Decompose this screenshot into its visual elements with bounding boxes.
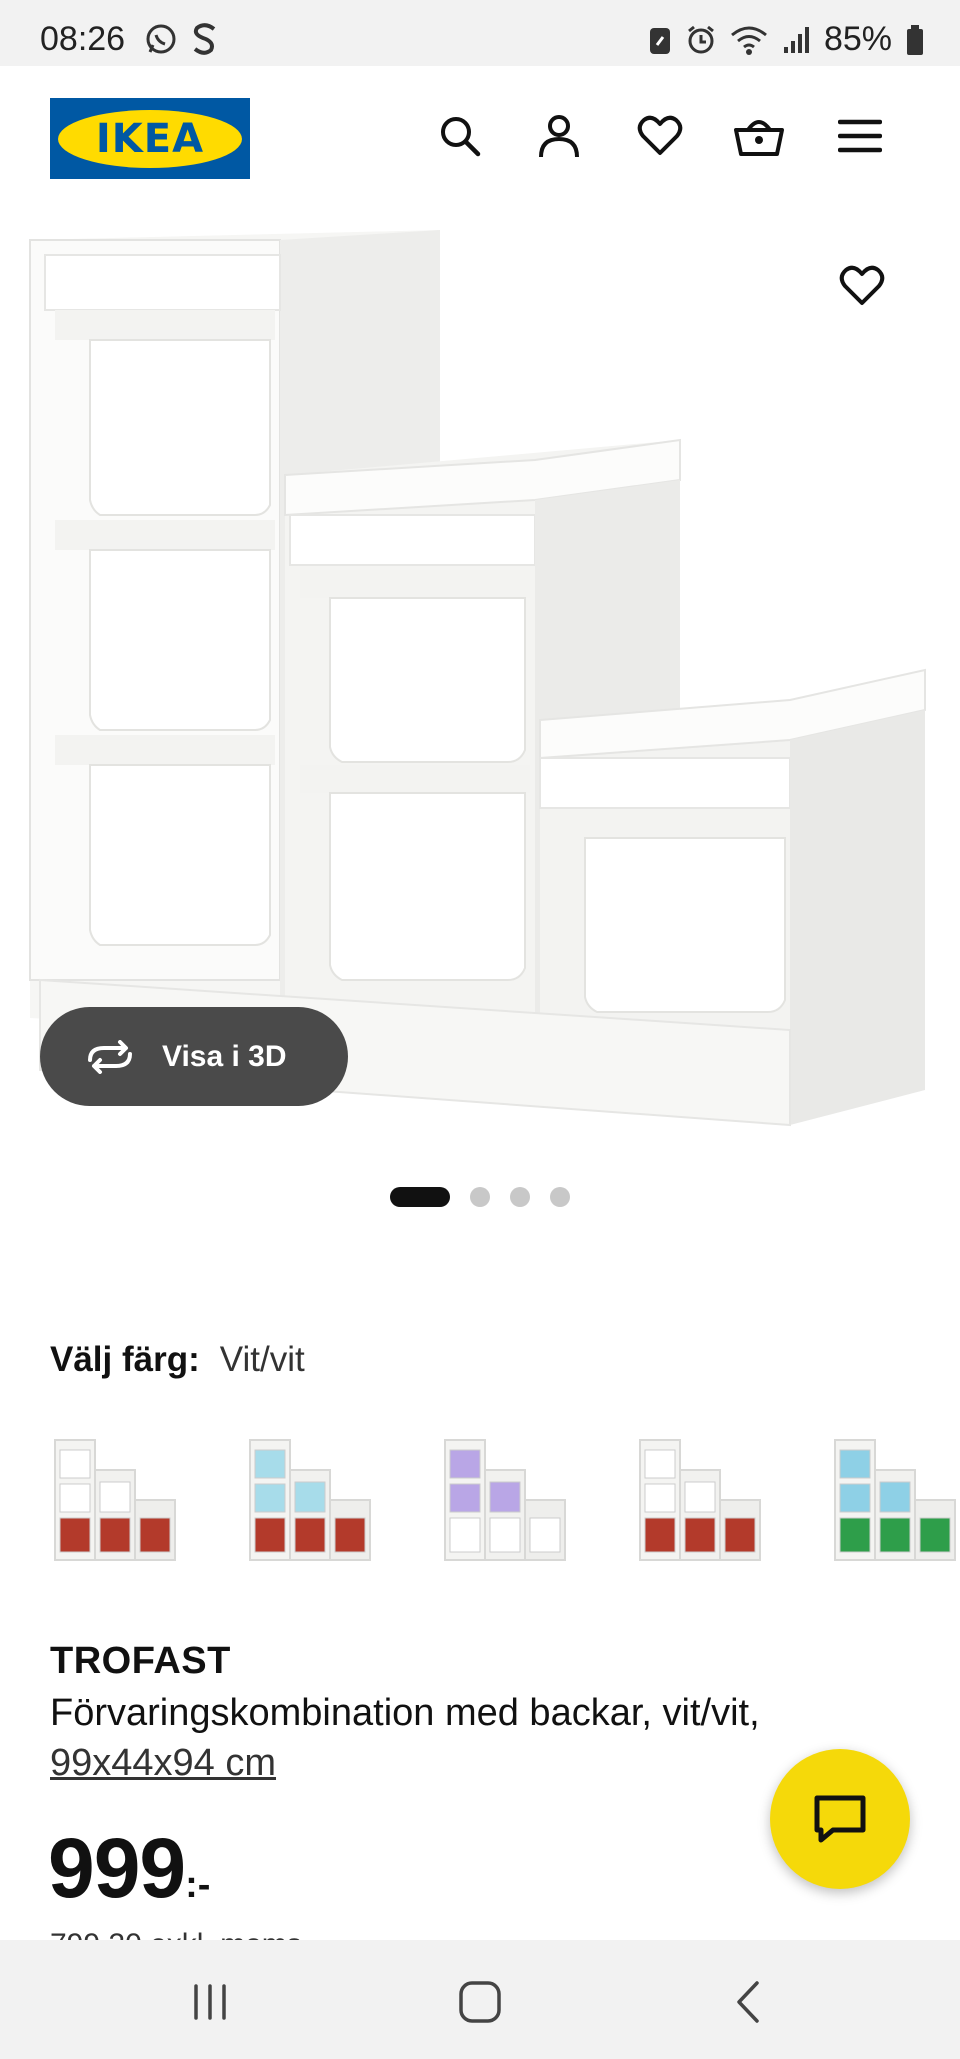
color-swatch-4[interactable] — [625, 1420, 770, 1570]
view-3d-button[interactable]: Visa i 3D — [40, 1007, 348, 1106]
alarm-icon — [688, 25, 714, 53]
battery-percentage: 85% — [823, 20, 892, 58]
product-dimensions-link[interactable]: 99x44x94 cm — [50, 1742, 276, 1784]
color-swatch-1[interactable] — [40, 1420, 185, 1570]
recent-apps-button[interactable] — [180, 1972, 240, 2032]
product-name: TROFAST — [50, 1640, 231, 1682]
logo-text: IKEA — [95, 115, 205, 162]
wifi-icon — [730, 26, 767, 55]
price-amount: 999 — [48, 1821, 186, 1915]
color-swatch-5[interactable] — [820, 1420, 960, 1570]
carousel-dot-2[interactable] — [470, 1187, 490, 1207]
product-price: 999 :- — [48, 1820, 210, 1917]
home-icon — [459, 1981, 501, 2023]
product-description: Förvaringskombination med backar, vit/vi… — [50, 1688, 890, 1788]
s-app-icon — [193, 23, 216, 55]
menu-icon[interactable] — [832, 108, 888, 164]
back-icon — [737, 1981, 759, 2023]
account-icon[interactable] — [531, 108, 587, 164]
color-swatch-3[interactable] — [430, 1420, 575, 1570]
color-swatch-2[interactable] — [235, 1420, 380, 1570]
chat-button[interactable] — [770, 1749, 910, 1889]
system-nav-bar — [0, 1940, 960, 2059]
recent-apps-icon — [194, 1984, 226, 2020]
product-image[interactable] — [0, 210, 960, 1130]
ikea-logo[interactable]: IKEA — [50, 98, 250, 179]
battery-saver-icon — [649, 27, 670, 54]
carousel-dot-1[interactable] — [390, 1187, 450, 1207]
whatsapp-icon — [146, 24, 176, 54]
signal-icon — [783, 26, 809, 53]
site-header: IKEA — [0, 66, 960, 206]
cart-icon[interactable] — [731, 108, 787, 164]
carousel-indicator — [390, 1187, 570, 1207]
price-suffix: :- — [185, 1864, 211, 1906]
rotate-3d-icon — [88, 1039, 132, 1074]
color-label: Välj färg: — [50, 1340, 200, 1379]
view-3d-label: Visa i 3D — [162, 1039, 287, 1073]
heart-icon — [839, 265, 885, 305]
search-icon[interactable] — [432, 108, 488, 164]
carousel-dot-4[interactable] — [550, 1187, 570, 1207]
status-bar: 08:26 85% — [0, 0, 960, 66]
home-button[interactable] — [450, 1972, 510, 2032]
color-selector-heading: Välj färg: Vit/vit — [50, 1340, 305, 1380]
battery-icon — [907, 24, 923, 55]
color-swatches — [40, 1420, 960, 1590]
favourites-icon[interactable] — [632, 108, 688, 164]
add-to-favourites-button[interactable] — [834, 258, 890, 314]
carousel-dot-3[interactable] — [510, 1187, 530, 1207]
product-description-text: Förvaringskombination med backar, vit/vi… — [50, 1692, 760, 1734]
selected-color: Vit/vit — [219, 1340, 305, 1379]
status-time: 08:26 — [40, 20, 126, 58]
price-excl-vat: 799,20 exkl. moms — [50, 1928, 302, 1940]
chat-icon — [814, 1795, 866, 1843]
back-button[interactable] — [718, 1972, 778, 2032]
